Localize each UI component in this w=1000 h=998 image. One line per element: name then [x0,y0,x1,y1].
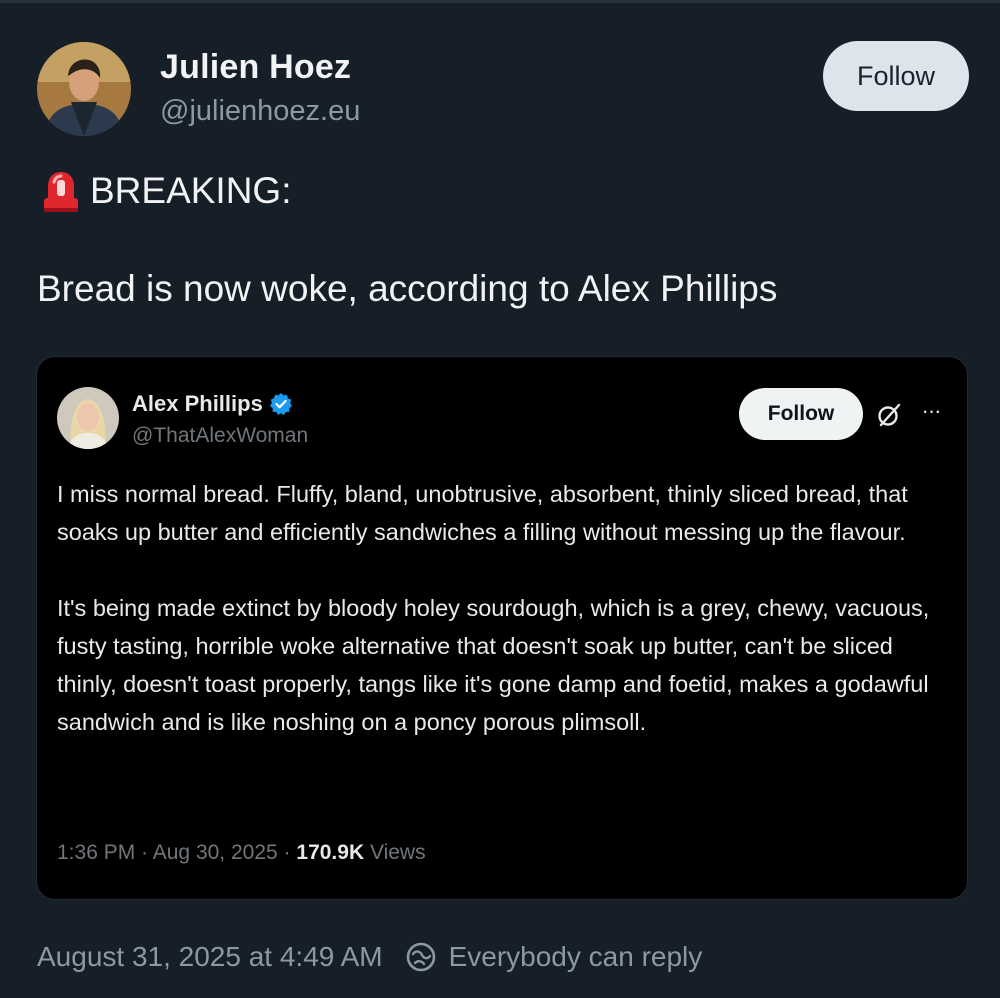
grok-icon [875,401,903,429]
embed-author-name: Alex Phillips [132,391,293,417]
embedded-post-image[interactable]: Alex Phillips @ThatAlexWoman Follow ··· … [37,357,967,899]
embed-post-text: I miss normal bread. Fluffy, bland, unob… [57,475,949,741]
embed-follow-button: Follow [739,388,863,440]
more-options-icon: ··· [921,398,942,423]
meta-separator: · [283,841,291,864]
follow-button[interactable]: Follow [823,41,969,111]
embed-post-time: 1:36 PM [57,841,136,864]
author-handle[interactable]: @julienhoez.eu [160,95,360,128]
embed-author-avatar [57,387,119,449]
embed-author-name-text: Alex Phillips [132,391,263,416]
top-divider [0,0,1000,3]
embed-post-metadata: 1:36 PM · Aug 30, 2025 · 170.9K Views [57,841,426,865]
post-timestamp[interactable]: August 31, 2025 at 4:49 AM [37,941,383,973]
breaking-line: BREAKING: [42,168,292,214]
author-avatar[interactable] [37,42,131,136]
reply-circle-icon [405,941,437,973]
breaking-label: BREAKING: [90,170,292,211]
embed-post-date: Aug 30, 2025 [152,841,278,864]
views-label: Views [369,841,426,864]
views-count: 170.9K [296,841,365,864]
verified-badge-icon [269,392,293,416]
reply-setting[interactable]: Everybody can reply [449,941,703,973]
author-name[interactable]: Julien Hoez [160,48,351,87]
post-body-text: Bread is now woke, according to Alex Phi… [37,268,778,309]
meta-separator: · [141,841,149,864]
embed-paragraph-2: It's being made extinct by bloody holey … [57,595,930,735]
embed-paragraph-1: I miss normal bread. Fluffy, bland, unob… [57,481,908,545]
embed-author-handle: @ThatAlexWoman [132,424,309,447]
post-footer: August 31, 2025 at 4:49 AM Everybody can… [37,937,702,977]
siren-icon [42,168,80,214]
